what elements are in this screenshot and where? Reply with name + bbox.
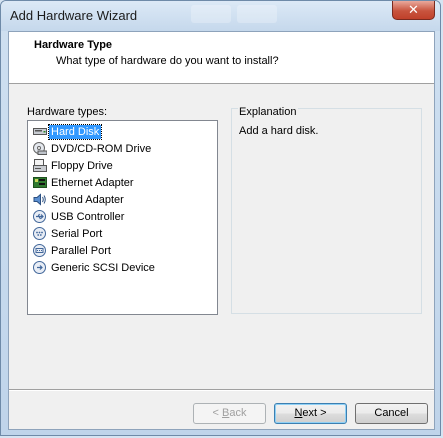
list-item-ethernet-adapter[interactable]: Ethernet Adapter <box>33 174 217 191</box>
background-tab-ghost <box>191 5 231 23</box>
list-item-serial-port[interactable]: Serial Port <box>33 225 217 242</box>
back-button[interactable]: < Back <box>193 403 266 424</box>
explanation-title: Explanation <box>238 106 298 118</box>
close-button[interactable]: ✕ <box>392 1 435 20</box>
list-item-label: Generic SCSI Device <box>51 261 155 274</box>
explanation-groupbox <box>231 108 422 314</box>
list-item-label: Ethernet Adapter <box>51 176 134 189</box>
list-item-sound-adapter[interactable]: Sound Adapter <box>33 191 217 208</box>
floppy-drive-icon <box>33 159 47 172</box>
ethernet-adapter-icon <box>33 176 47 189</box>
list-item-label: Sound Adapter <box>51 193 124 206</box>
usb-controller-icon <box>33 210 47 223</box>
list-item-usb-controller[interactable]: USB Controller <box>33 208 217 225</box>
list-item-label: Serial Port <box>51 227 103 240</box>
list-item-label: Floppy Drive <box>51 159 113 172</box>
parallel-port-icon <box>33 244 47 257</box>
next-button[interactable]: Next > <box>274 403 347 424</box>
next-button-label: ext > <box>302 407 327 419</box>
dvd-drive-icon <box>33 142 47 155</box>
page-subtitle: What type of hardware do you want to ins… <box>56 55 279 67</box>
wizard-client-area: Hardware Type What type of hardware do y… <box>8 31 435 430</box>
wizard-window: Add Hardware Wizard ✕ Hardware Type What… <box>0 0 441 436</box>
list-item-parallel-port[interactable]: Parallel Port <box>33 242 217 259</box>
list-item-label: DVD/CD-ROM Drive <box>51 142 152 155</box>
sound-adapter-icon <box>33 193 47 206</box>
back-button-label: ack <box>229 407 247 419</box>
cancel-button-label: Cancel <box>374 407 409 419</box>
button-separator <box>9 389 434 391</box>
list-item-label: Parallel Port <box>51 244 111 257</box>
list-item-dvd-drive[interactable]: DVD/CD-ROM Drive <box>33 140 217 157</box>
cancel-button[interactable]: Cancel <box>355 403 428 424</box>
page-title: Hardware Type <box>34 39 113 51</box>
list-item-label: USB Controller <box>51 210 125 223</box>
explanation-text: Add a hard disk. <box>239 125 319 137</box>
wizard-header: Hardware Type What type of hardware do y… <box>9 32 434 84</box>
scsi-device-icon <box>33 261 47 274</box>
background-tab-ghost <box>237 5 277 23</box>
hardware-types-label: Hardware types: <box>27 106 108 118</box>
list-item-floppy-drive[interactable]: Floppy Drive <box>33 157 217 174</box>
close-icon: ✕ <box>408 2 419 17</box>
list-item-label: Hard Disk <box>47 123 103 140</box>
serial-port-icon <box>33 227 47 240</box>
title-bar[interactable]: Add Hardware Wizard ✕ <box>1 1 440 31</box>
window-title: Add Hardware Wizard <box>10 8 138 23</box>
hardware-types-list[interactable]: Hard Disk DVD/CD-ROM Drive Floppy Drive … <box>27 120 218 315</box>
list-item-hard-disk[interactable]: Hard Disk <box>33 123 217 140</box>
hard-disk-icon <box>33 125 47 138</box>
list-item-generic-scsi-device[interactable]: Generic SCSI Device <box>33 259 217 276</box>
back-button-prefix: < <box>212 407 222 419</box>
